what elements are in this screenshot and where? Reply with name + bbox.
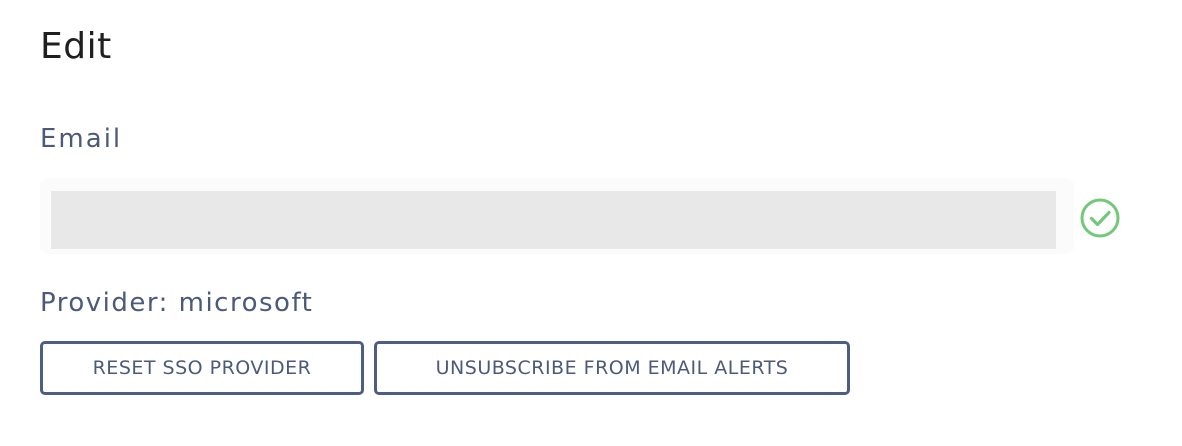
check-circle-icon (1079, 197, 1121, 239)
provider-text: Provider: microsoft (40, 288, 314, 318)
email-field-container (40, 178, 1074, 254)
unsubscribe-email-alerts-button[interactable]: UNSUBSCRIBE FROM EMAIL ALERTS (374, 341, 850, 395)
email-field[interactable] (51, 191, 1056, 249)
reset-sso-provider-button[interactable]: RESET SSO PROVIDER (40, 341, 364, 395)
email-label: Email (40, 124, 123, 154)
page-title: Edit (40, 26, 112, 67)
